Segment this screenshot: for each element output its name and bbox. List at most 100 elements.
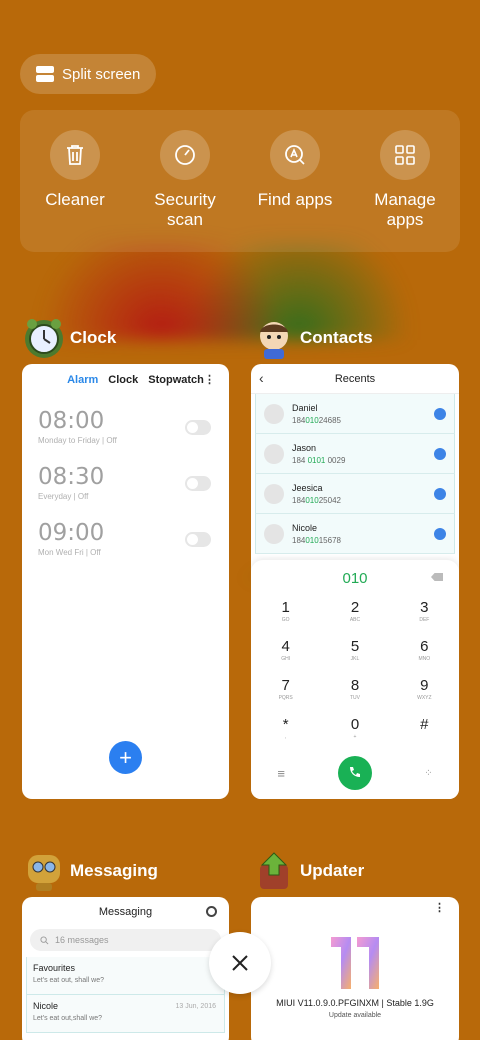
info-icon[interactable] bbox=[434, 488, 446, 500]
split-screen-label: Split screen bbox=[62, 65, 141, 83]
find-apps-button[interactable]: Find apps bbox=[245, 130, 345, 252]
dial-key[interactable]: 7 PQRS bbox=[251, 677, 320, 711]
miui-11-logo bbox=[331, 937, 379, 989]
dial-actions: ≡ ⁘ bbox=[251, 756, 459, 790]
messaging-header: Messaging bbox=[22, 897, 229, 927]
updater-app-icon bbox=[252, 849, 296, 893]
gear-icon[interactable] bbox=[206, 906, 217, 917]
clock-app-title: Clock bbox=[70, 328, 117, 347]
message-thread[interactable]: Nicole Let's eat out,shall we? 13 Jun, 2… bbox=[26, 995, 225, 1033]
alarm-toggle[interactable] bbox=[185, 532, 211, 547]
contact-name: Daniel bbox=[292, 402, 318, 413]
dial-key[interactable]: 5 JKL bbox=[320, 638, 389, 672]
messaging-app-icon bbox=[22, 849, 66, 893]
contact-name: Nicole bbox=[292, 522, 318, 533]
info-icon[interactable] bbox=[434, 528, 446, 540]
menu-icon[interactable]: ≡ bbox=[277, 766, 285, 781]
dial-key[interactable]: 1 GO bbox=[251, 599, 320, 633]
contact-row[interactable]: Nicole 18401015678 bbox=[255, 514, 455, 554]
dial-key[interactable]: 6 MNO bbox=[390, 638, 459, 672]
alarm-toggle[interactable] bbox=[185, 476, 211, 491]
contact-row[interactable]: Jeesica 18401025042 bbox=[255, 474, 455, 514]
info-icon[interactable] bbox=[434, 448, 446, 460]
thread-preview: Let's eat out,shall we? bbox=[33, 1015, 103, 1022]
thread-preview: Let's eat out, shall we? bbox=[33, 977, 104, 984]
tab-stopwatch[interactable]: Stopwatch bbox=[148, 374, 204, 386]
message-thread[interactable]: Favourites Let's eat out, shall we? bbox=[26, 957, 225, 995]
thread-date: 13 Jun, 2016 bbox=[175, 1003, 216, 1010]
alarm-toggle[interactable] bbox=[185, 420, 211, 435]
contacts-app-header[interactable]: Contacts bbox=[252, 316, 373, 360]
dial-key[interactable]: 2 ABC bbox=[320, 599, 389, 633]
backspace-icon[interactable] bbox=[431, 573, 443, 581]
tab-alarm[interactable]: Alarm bbox=[67, 374, 98, 386]
update-status: Update available bbox=[328, 1012, 382, 1019]
avatar bbox=[264, 403, 284, 424]
more-options-icon[interactable]: ⋮ bbox=[204, 373, 215, 386]
alarm-item[interactable]: 08:30 Everyday | Off bbox=[38, 464, 213, 520]
contact-number: 184 0101 0029 bbox=[292, 455, 346, 465]
messaging-app-header[interactable]: Messaging bbox=[22, 849, 158, 893]
updater-app-header[interactable]: Updater bbox=[252, 849, 364, 893]
info-icon[interactable] bbox=[434, 408, 446, 420]
alarm-item[interactable]: 08:00 Monday to Friday | Off bbox=[38, 408, 213, 464]
tab-clock[interactable]: Clock bbox=[108, 374, 138, 386]
contact-number: 18401015678 bbox=[292, 535, 341, 545]
avatar bbox=[264, 483, 284, 504]
updater-app-card[interactable]: ⋮ MIUI V11.0.9.0.PFGINXM | Stable 1.9G U… bbox=[251, 897, 459, 1040]
recents-header: ‹ Recents bbox=[251, 364, 459, 394]
trash-icon bbox=[50, 130, 100, 180]
contacts-app-card[interactable]: ‹ Recents Daniel 18401024685 Jason 184 0… bbox=[251, 364, 459, 799]
keypad-icon[interactable]: ⁘ bbox=[424, 768, 432, 779]
phone-icon bbox=[349, 767, 360, 777]
split-screen-button[interactable]: Split screen bbox=[20, 54, 156, 94]
thread-name: Favourites bbox=[33, 963, 76, 973]
add-alarm-button[interactable]: + bbox=[109, 741, 142, 774]
close-icon bbox=[232, 955, 248, 971]
contact-row[interactable]: Daniel 18401024685 bbox=[255, 394, 455, 434]
security-scan-label: Security scan bbox=[154, 190, 216, 229]
security-scan-button[interactable]: Security scan bbox=[135, 130, 235, 252]
contacts-app-icon bbox=[252, 316, 296, 360]
grid-icon bbox=[380, 130, 430, 180]
more-options-icon[interactable]: ⋮ bbox=[434, 901, 445, 914]
manage-apps-label: Manage apps bbox=[374, 190, 436, 229]
contacts-app-title: Contacts bbox=[300, 328, 373, 347]
call-button[interactable] bbox=[337, 756, 372, 790]
contact-name: Jason bbox=[292, 442, 317, 453]
alarm-repeat: Everyday | Off bbox=[38, 492, 89, 501]
contact-number: 18401024685 bbox=[292, 415, 341, 425]
alarm-repeat: Monday to Friday | Off bbox=[38, 436, 117, 445]
manage-apps-button[interactable]: Manage apps bbox=[355, 130, 455, 252]
dial-key[interactable]: # bbox=[390, 716, 459, 750]
quick-actions-panel: Cleaner Security scan Find apps Manage a… bbox=[20, 110, 460, 252]
messaging-title: Messaging bbox=[98, 906, 153, 918]
dial-key[interactable]: 9 WXYZ bbox=[390, 677, 459, 711]
contact-row[interactable]: Jason 184 0101 0029 bbox=[255, 434, 455, 474]
dial-key[interactable]: 8 TUV bbox=[320, 677, 389, 711]
dial-key[interactable]: 3 DEF bbox=[390, 599, 459, 633]
alarm-item[interactable]: 09:00 Mon Wed Fri | Off bbox=[38, 520, 213, 576]
dial-key[interactable]: 4 GHI bbox=[251, 638, 320, 672]
search-icon bbox=[40, 935, 49, 944]
messaging-app-card[interactable]: Messaging 16 messages Favourites Let's e… bbox=[22, 897, 229, 1040]
clear-all-button[interactable] bbox=[209, 932, 271, 994]
back-arrow-icon[interactable]: ‹ bbox=[259, 370, 264, 386]
alarm-repeat: Mon Wed Fri | Off bbox=[38, 548, 101, 557]
cleaner-button[interactable]: Cleaner bbox=[25, 130, 125, 252]
avatar bbox=[264, 443, 284, 464]
messaging-app-title: Messaging bbox=[70, 861, 158, 880]
clock-tabs: Alarm Clock Stopwatch ⋮ bbox=[22, 374, 229, 386]
updater-app-title: Updater bbox=[300, 861, 365, 880]
find-apps-label: Find apps bbox=[257, 190, 333, 209]
avatar bbox=[264, 523, 284, 544]
contact-name: Jeesica bbox=[292, 482, 323, 493]
update-version: MIUI V11.0.9.0.PFGINXM | Stable 1.9G bbox=[276, 998, 434, 1008]
clock-app-card[interactable]: Alarm Clock Stopwatch ⋮ 08:00 Monday to … bbox=[22, 364, 229, 799]
dialpad: 010 1 GO 2 ABC 3 DEF 4 GHI 5 JKL 6 MNO 7 PQRS 8… bbox=[251, 560, 459, 799]
clock-app-header[interactable]: Clock bbox=[22, 316, 116, 360]
dial-key[interactable]: 0 + bbox=[320, 716, 389, 750]
dial-input[interactable]: 010 bbox=[251, 570, 459, 587]
dial-key[interactable]: *, bbox=[251, 716, 320, 750]
search-input[interactable]: 16 messages bbox=[30, 929, 221, 951]
